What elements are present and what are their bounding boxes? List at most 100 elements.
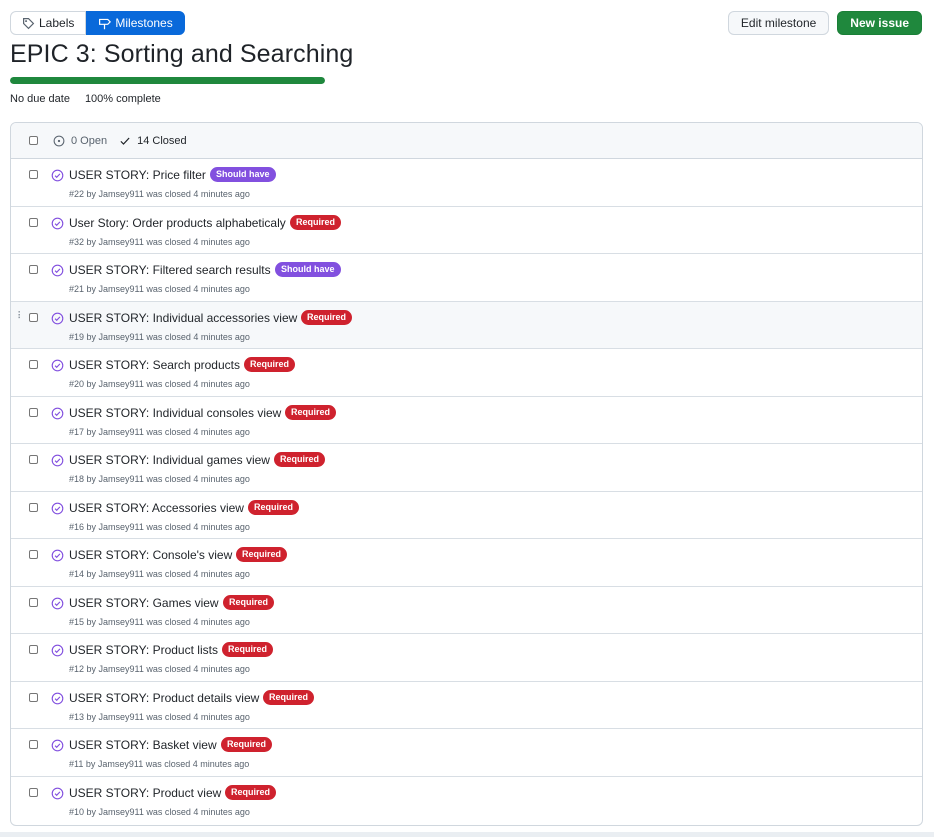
issue-title-link[interactable]: USER STORY: Price filter	[69, 168, 206, 182]
issue-row[interactable]: USER STORY: Basket view Required #11 by Ja…	[11, 729, 922, 777]
issue-title-link[interactable]: USER STORY: Product view	[69, 786, 221, 800]
issue-checkbox[interactable]	[29, 740, 38, 749]
issue-meta: #20 by Jamsey911 was closed 4 minutes ag…	[69, 379, 250, 389]
issue-title-link[interactable]: USER STORY: Games view	[69, 596, 219, 610]
issue-title-link[interactable]: USER STORY: Product lists	[69, 643, 218, 657]
issues-list: 0 Open 14 Closed USER STORY: Price filte…	[10, 122, 923, 826]
issue-row[interactable]: USER STORY: Individual consoles view Requ…	[11, 397, 922, 444]
issue-label-badge[interactable]: Required	[221, 737, 273, 752]
issue-row[interactable]: USER STORY: Search products Required #20 b…	[11, 349, 922, 397]
issue-meta: #17 by Jamsey911 was closed 4 minutes ag…	[69, 426, 250, 437]
issue-closed-icon	[51, 739, 64, 752]
issue-row[interactable]: User Story: Order products alphabeticaly…	[11, 207, 922, 254]
issue-checkbox[interactable]	[29, 360, 38, 369]
issue-closed-icon	[51, 169, 64, 182]
issue-meta: #19 by Jamsey911 was closed 4 minutes ag…	[69, 331, 250, 342]
issue-title-link[interactable]: USER STORY: Filtered search results	[69, 263, 271, 277]
issue-label-badge[interactable]: Required	[290, 214, 342, 230]
issue-closed-icon	[51, 264, 64, 277]
closed-filter[interactable]: 14 Closed	[119, 135, 187, 147]
issue-row[interactable]: USER STORY: Product details view Required…	[11, 682, 922, 729]
issue-checkbox[interactable]	[29, 502, 38, 512]
issue-closed-icon	[51, 549, 64, 562]
issue-row[interactable]: USER STORY: Individual games view Require…	[11, 444, 922, 492]
issue-checkbox[interactable]	[29, 787, 38, 797]
issue-title-link[interactable]: USER STORY: Individual games view	[69, 453, 270, 467]
completion-percent: 100% complete	[84, 93, 161, 105]
issue-title-link[interactable]: USER STORY: Individual accessories view	[69, 311, 297, 325]
issue-label-badge[interactable]: Required	[244, 357, 296, 372]
milestone-progress-bar	[10, 77, 325, 84]
issue-label-badge[interactable]: Required	[301, 309, 353, 325]
issue-checkbox[interactable]	[29, 170, 38, 179]
issue-closed-icon	[51, 312, 64, 324]
issue-row[interactable]: ⠇ USER STORY: Individual accessories view…	[11, 301, 922, 349]
milestone-meta: No due date 100% complete	[10, 93, 161, 105]
issue-title-link[interactable]: USER STORY: Search products	[69, 358, 240, 372]
issue-title-link[interactable]: USER STORY: Basket view	[69, 738, 217, 752]
issue-row[interactable]: USER STORY: Accessories view Required #16 …	[11, 492, 922, 539]
issue-meta: #18 by Jamsey911 was closed 4 minutes ag…	[69, 474, 250, 484]
issue-label-badge[interactable]: Required	[274, 452, 326, 467]
issue-label-badge[interactable]: Should have	[275, 262, 341, 277]
issue-checkbox[interactable]	[29, 550, 38, 559]
tag-icon	[23, 17, 35, 29]
issue-checkbox[interactable]	[29, 312, 38, 322]
issue-row[interactable]: USER STORY: Console's view Required #14 by…	[11, 539, 922, 587]
issue-checkbox[interactable]	[29, 692, 38, 702]
issue-title-link[interactable]: User Story: Order products alphabeticaly	[69, 216, 286, 230]
milestone-title: EPIC 3: Sorting and Searching	[10, 40, 354, 68]
new-issue-button[interactable]: New issue	[837, 11, 922, 35]
issue-label-badge[interactable]: Required	[222, 642, 274, 657]
due-date: No due date	[10, 93, 70, 105]
issue-label-badge[interactable]: Required	[248, 499, 300, 515]
issue-row[interactable]: USER STORY: Filtered search results Shoul…	[11, 254, 922, 302]
issue-label-badge[interactable]: Should have	[210, 167, 276, 182]
issue-meta: #32 by Jamsey911 was closed 4 minutes ag…	[69, 236, 250, 247]
issue-label-badge[interactable]: Required	[263, 689, 315, 705]
issue-label-badge[interactable]: Required	[225, 784, 277, 800]
issue-meta: #12 by Jamsey911 was closed 4 minutes ag…	[69, 664, 250, 674]
issue-title-link[interactable]: USER STORY: Product details view	[69, 691, 259, 705]
edit-milestone-button[interactable]: Edit milestone	[727, 11, 830, 35]
issue-checkbox[interactable]	[29, 265, 38, 274]
issue-checkbox[interactable]	[29, 217, 38, 227]
issue-rows: USER STORY: Price filter Should have #22 b…	[11, 159, 922, 824]
labels-tab-label: Labels	[39, 16, 75, 30]
issue-closed-icon	[51, 787, 64, 799]
header-actions: Edit milestone New issue	[727, 11, 922, 35]
issue-closed-icon	[51, 644, 64, 657]
issue-open-icon	[53, 135, 65, 146]
milestones-tab[interactable]: Milestones	[86, 11, 185, 35]
issue-closed-icon	[51, 217, 64, 229]
issue-title-link[interactable]: USER STORY: Console's view	[69, 548, 232, 562]
labels-tab[interactable]: Labels	[10, 11, 87, 35]
issue-closed-icon	[51, 502, 64, 514]
state-filters: 0 Open 14 Closed	[53, 135, 187, 147]
issue-row[interactable]: USER STORY: Product view Required #10 by J…	[11, 777, 922, 825]
issue-row[interactable]: USER STORY: Price filter Should have #22 b…	[11, 159, 922, 207]
issue-meta: #16 by Jamsey911 was closed 4 minutes ag…	[69, 521, 250, 532]
issue-title-link[interactable]: USER STORY: Accessories view	[69, 501, 244, 515]
issue-checkbox[interactable]	[29, 455, 38, 464]
issue-row[interactable]: USER STORY: Games view Required #15 by Jam…	[11, 587, 922, 634]
issue-checkbox[interactable]	[29, 407, 38, 417]
issue-row[interactable]: USER STORY: Product lists Required #12 by …	[11, 634, 922, 682]
select-all-checkbox[interactable]	[29, 136, 38, 145]
check-icon	[120, 137, 130, 145]
open-count: 0 Open	[71, 134, 108, 147]
issue-label-badge[interactable]: Required	[285, 404, 337, 420]
issue-checkbox[interactable]	[29, 645, 38, 654]
open-filter[interactable]: 0 Open	[53, 135, 107, 147]
issue-meta: #11 by Jamsey911 was closed 4 minutes ag…	[69, 759, 250, 769]
issue-closed-icon	[51, 407, 64, 419]
milestone-progress-fill	[10, 77, 325, 84]
issue-meta: #21 by Jamsey911 was closed 4 minutes ag…	[69, 284, 250, 294]
issue-checkbox[interactable]	[29, 597, 38, 607]
issue-meta: #13 by Jamsey911 was closed 4 minutes ag…	[69, 711, 250, 722]
footer-divider	[0, 832, 934, 837]
issue-label-badge[interactable]: Required	[223, 594, 275, 610]
drag-handle-icon[interactable]: ⠇	[17, 311, 24, 322]
issue-label-badge[interactable]: Required	[236, 547, 288, 562]
issue-title-link[interactable]: USER STORY: Individual consoles view	[69, 406, 281, 420]
